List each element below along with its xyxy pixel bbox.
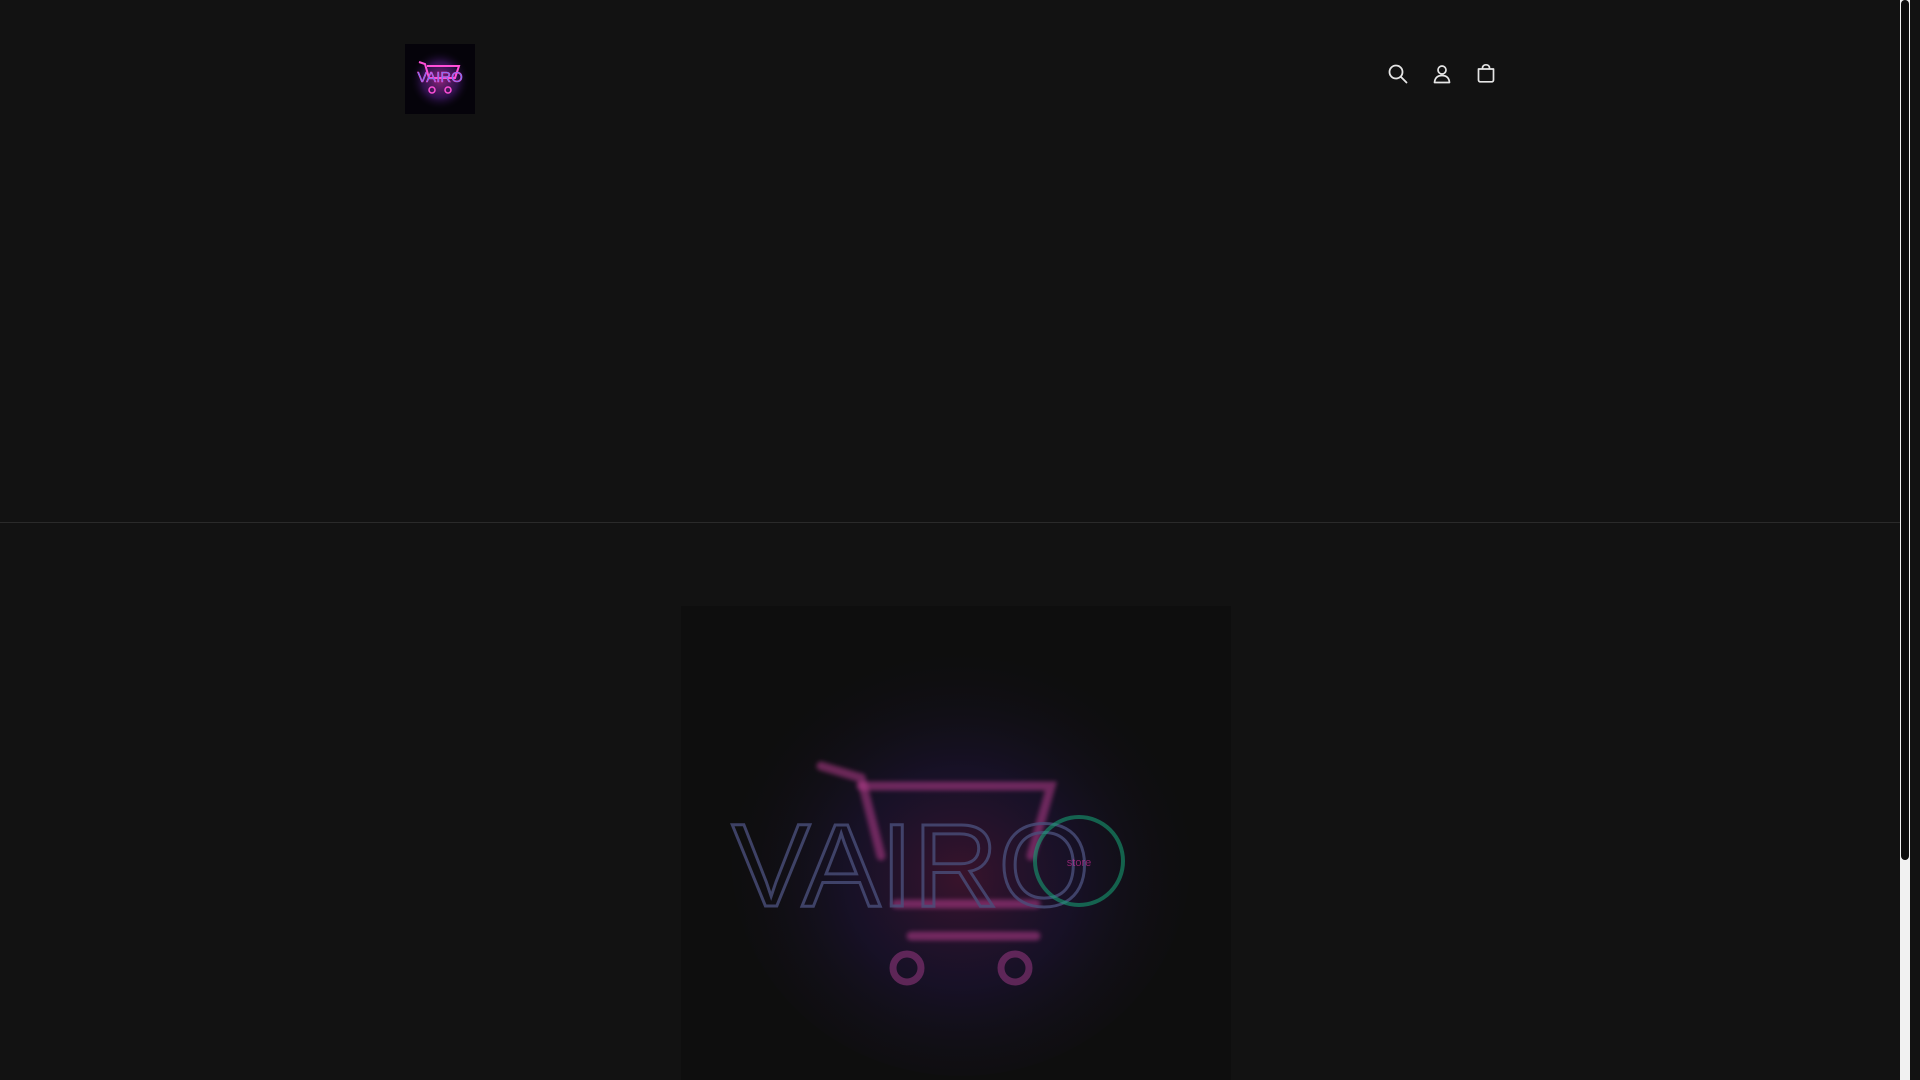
search-icon <box>1388 64 1408 84</box>
hero-logo-subtext: store <box>1067 857 1091 869</box>
hero-logo-image: VAIRO store <box>681 606 1231 1080</box>
cart-button[interactable] <box>1472 60 1500 88</box>
store-logo: VAIRO <box>405 44 475 114</box>
search-button[interactable] <box>1384 60 1412 88</box>
cart-icon <box>1477 63 1495 83</box>
page: VAIRO VAIRO store <box>0 0 1910 1080</box>
account-icon <box>1433 65 1451 84</box>
site-header: VAIRO <box>0 0 1910 157</box>
hero-logo-graphic: VAIRO store <box>681 606 1231 1080</box>
page-scrollbar[interactable] <box>1900 0 1910 1080</box>
scrollbar-thumb[interactable] <box>1901 0 1909 860</box>
section-divider <box>0 522 1910 523</box>
store-logo-link[interactable]: VAIRO <box>405 44 475 114</box>
logo-text: VAIRO <box>417 69 463 86</box>
account-button[interactable] <box>1428 60 1456 88</box>
header-icon-group <box>1384 60 1500 88</box>
